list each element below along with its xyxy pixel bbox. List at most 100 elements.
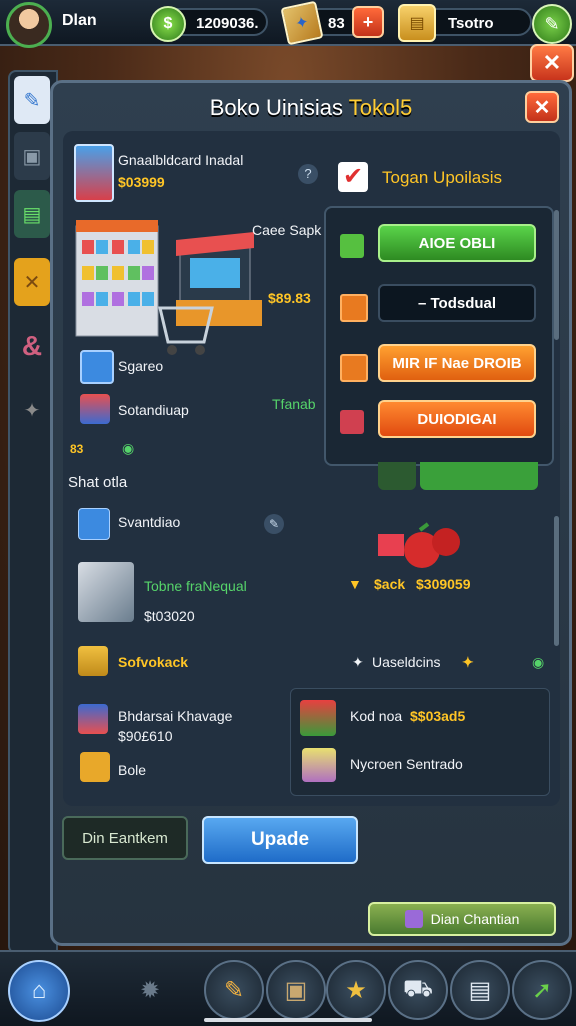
item12-label: Bole (118, 762, 147, 778)
rail-tab-box[interactable]: ▣ (14, 132, 50, 180)
item11-label: Bhdarsai Khavage (118, 708, 233, 724)
goods-pile-icon (78, 562, 134, 622)
option2-button[interactable]: – Todsdual (378, 284, 536, 322)
list-scrollbar[interactable] (554, 516, 559, 646)
item4-value: Tfanab (272, 396, 316, 412)
cart-icon: ⛟ (402, 975, 434, 1002)
item1-label: Gnaalbldcard Inadal (118, 152, 244, 168)
apples-crate-icon (376, 520, 462, 570)
add-gems-button[interactable]: + (352, 6, 384, 38)
item2-price: $89.83 (268, 290, 311, 306)
tab-settings[interactable]: ✹ (120, 960, 180, 1020)
rail-tab-misc[interactable]: ✦ (14, 386, 50, 434)
player-avatar[interactable] (6, 2, 52, 48)
star-icon: ★ (345, 976, 367, 1004)
upgrade-button[interactable]: Upade (202, 816, 358, 864)
tab-upgrades[interactable]: ➚ (512, 960, 572, 1020)
sub1-label: Kod noa (350, 708, 403, 724)
coins-value: Tsotro (448, 15, 494, 32)
coins-counter: ▤ Tsotro (398, 4, 532, 42)
gear-icon: ✹ (139, 976, 161, 1004)
option4-button[interactable]: DUIODIGAI (378, 400, 536, 438)
player-name: Dlan (62, 12, 97, 29)
panel-close-button[interactable]: ✕ (525, 91, 559, 123)
red-box-icon (340, 410, 364, 434)
item9-label: Sofvokack (118, 654, 189, 670)
box-open-icon: ▤ (468, 976, 492, 1004)
item5-value: 83 (70, 442, 84, 456)
left-footer-button[interactable]: Din Eantkem (62, 816, 188, 860)
option1-button[interactable]: AIOE OBLI (378, 224, 536, 262)
home-indicator (204, 1018, 372, 1022)
settings-wrench-button[interactable]: ✎ (532, 4, 572, 44)
candy-box-icon (302, 748, 336, 782)
secondary-footer-label: Dian Chantian (430, 911, 520, 927)
upgrade-options-popup: AIOE OBLI – Todsdual MIR IF Nae DROIB DU… (324, 206, 554, 466)
bottom-tab-bar: ⌂ ✹ ✎ ▣ ★ ⛟ ▤ ➚ (0, 950, 576, 1026)
cash-value: 1209036. (196, 15, 259, 32)
tab-map[interactable]: ▣ (266, 960, 326, 1020)
popup-tab-left[interactable] (378, 462, 416, 490)
book-bundle-icon (78, 704, 108, 734)
gems-counter: ✦ 83 + (280, 0, 384, 46)
cash-counter: $ 1209036. (150, 6, 268, 42)
item7-price: $t03020 (144, 608, 195, 624)
hammer-icon: ✎ (223, 976, 245, 1004)
purple-box-icon (404, 910, 423, 928)
box-icon: ▣ (22, 145, 42, 168)
book-stack-icon (80, 394, 110, 424)
puzzle-blocks-icon (78, 508, 110, 540)
sparkle-left-icon: ✦ (352, 654, 364, 670)
edit-icon[interactable]: ✎ (264, 514, 284, 534)
panel-title: Boko Uinisias Tokol5 (53, 95, 569, 121)
item2-label: Caee Sapk (252, 222, 322, 238)
tab-home[interactable]: ⌂ (8, 960, 70, 1022)
checkbox-icon[interactable]: ✔ (338, 162, 368, 192)
vending-machine-icon (74, 144, 114, 202)
cash-icon: $ (150, 6, 186, 42)
tab-inventory[interactable]: ▤ (450, 960, 510, 1020)
gold-bars-icon (78, 646, 108, 676)
rail-tab-tools[interactable]: ✕ (14, 258, 50, 306)
outer-close-button[interactable]: ✕ (530, 44, 574, 82)
orange-gear-icon (340, 354, 368, 382)
board-icon: ▣ (284, 976, 308, 1004)
sparkle-right-icon: ✦ (462, 654, 474, 670)
panel-title-main: Boko Uinisias (209, 95, 349, 120)
secondary-footer-button[interactable]: Dian Chantian (368, 902, 556, 936)
rail-tab-paint[interactable]: ✎ (14, 76, 50, 124)
info-icon[interactable]: ? (298, 164, 318, 184)
gems-value: 83 (328, 15, 345, 32)
popup-header-label: Togan Upoilasis (382, 168, 503, 187)
sub1-price: $$03ad5 (410, 708, 466, 724)
tab-tools[interactable]: ✎ (204, 960, 264, 1020)
item6-label: Svantdiao (118, 514, 181, 530)
popup-tab-right[interactable] (420, 462, 538, 490)
paint-icon: ✎ (23, 89, 41, 112)
item8-price: $309059 (416, 576, 471, 592)
rail-tab-cash[interactable]: ▤ (14, 190, 50, 238)
house-icon: ⌂ (31, 977, 47, 1004)
item10-label: Uaseldcins (372, 654, 441, 670)
top-resource-bar: Dlan $ 1209036. ✦ 83 + ▤ Tsotro ✎ (0, 0, 576, 48)
sub2-label: Nycroen Sentrado (350, 756, 463, 772)
item11-price: $90£610 (118, 728, 173, 744)
option3-button[interactable]: MIR IF Nae DROIB (378, 344, 536, 382)
orange-shield-icon (340, 294, 368, 322)
crate-icon (80, 752, 110, 782)
tab-achievements[interactable]: ★ (326, 960, 386, 1020)
popup-scrollbar[interactable] (554, 210, 559, 340)
section-heading: Shat otla (68, 474, 128, 491)
item8-label: $ack (374, 576, 406, 592)
ampersand-icon: & (21, 330, 43, 361)
gem-book-icon: ✦ (280, 0, 324, 46)
tab-shop[interactable]: ⛟ (388, 960, 448, 1020)
cash-stack-icon: ▤ (22, 203, 42, 226)
status-dot-icon: ◉ (532, 654, 545, 670)
coin-small-icon: ◉ (122, 440, 135, 456)
rail-tab-special[interactable]: & (14, 322, 50, 370)
item3-label: Sgareo (118, 358, 164, 374)
trophy-small-icon: ▼ (348, 576, 362, 592)
panel-title-accent: Tokol5 (348, 95, 413, 120)
item7-label: Tobne fraNequal (144, 578, 247, 594)
